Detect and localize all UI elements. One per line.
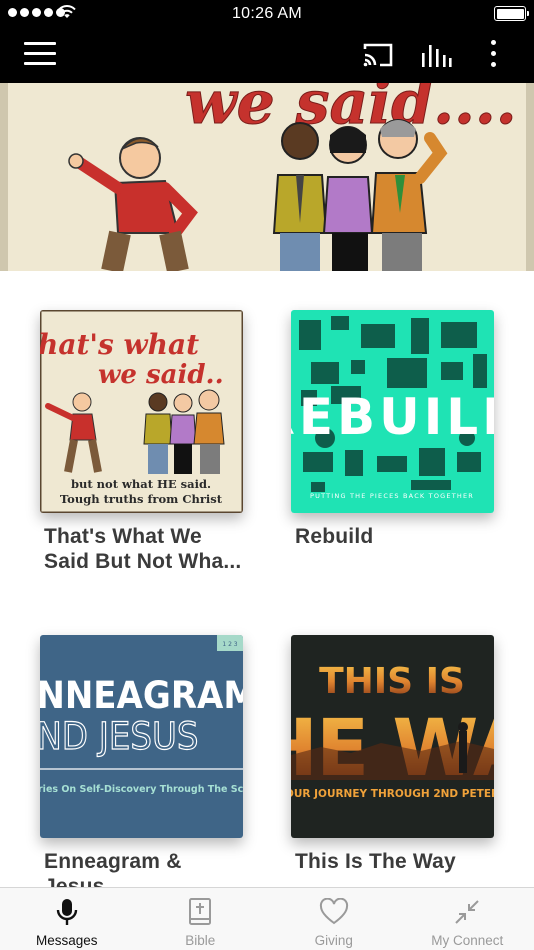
more-options-icon[interactable] bbox=[484, 40, 502, 70]
tab-my-connect[interactable]: My Connect bbox=[401, 888, 534, 950]
microphone-icon bbox=[56, 899, 77, 925]
art-line1: THIS IS bbox=[319, 661, 465, 702]
art-line2: ND JESUS bbox=[40, 716, 198, 759]
art-tagline: PUTTING THE PIECES BACK TOGETHER bbox=[310, 492, 474, 500]
equalizer-icon[interactable] bbox=[421, 41, 453, 69]
message-series-grid: hat's what we said.. but not what HE sai… bbox=[0, 271, 534, 887]
tab-label: Messages bbox=[35, 933, 98, 948]
art-subtitle-line2: Tough truths from Christ bbox=[60, 492, 223, 506]
tab-label: My Connect bbox=[431, 933, 504, 948]
hero-banner[interactable]: we said.... bbox=[0, 83, 534, 271]
series-title[interactable]: That's What We Said But Not Wha... bbox=[40, 524, 243, 574]
hamburger-menu-icon[interactable] bbox=[24, 42, 56, 68]
series-title[interactable]: Enneagram & Jesus bbox=[40, 849, 243, 887]
series-thumbnail[interactable]: 1 2 3 NNEAGRAM ND JESUS ries On Self-Dis… bbox=[40, 635, 243, 838]
tab-giving[interactable]: Giving bbox=[267, 888, 401, 950]
art-title-line1: hat's what bbox=[40, 328, 199, 361]
heart-icon bbox=[319, 898, 348, 925]
tab-bible[interactable]: Bible bbox=[134, 888, 268, 950]
series-card[interactable]: THIS IS HE WA OUR JOURNEY THROUGH 2ND PE… bbox=[291, 635, 494, 874]
tab-label: Giving bbox=[314, 933, 353, 948]
battery-icon bbox=[494, 6, 529, 21]
series-thumbnail[interactable]: REBUILD PUTTING THE PIECES BACK TOGETHER bbox=[291, 310, 494, 513]
status-bar: 10:26 AM bbox=[0, 0, 534, 28]
bible-icon bbox=[189, 898, 212, 925]
art-line3: OUR JOURNEY THROUGH 2ND PETER bbox=[291, 788, 494, 800]
tab-messages[interactable]: Messages bbox=[0, 888, 134, 950]
bottom-tab-bar: Messages Bible Giving My Connect bbox=[0, 887, 534, 950]
series-thumbnail[interactable]: THIS IS HE WA OUR JOURNEY THROUGH 2ND PE… bbox=[291, 635, 494, 838]
connect-arrows-icon bbox=[455, 900, 479, 924]
series-card[interactable]: REBUILD PUTTING THE PIECES BACK TOGETHER… bbox=[291, 310, 494, 549]
cast-icon[interactable] bbox=[362, 41, 394, 69]
art-corner: 1 2 3 bbox=[222, 641, 237, 648]
series-card[interactable]: 1 2 3 NNEAGRAM ND JESUS ries On Self-Dis… bbox=[40, 635, 243, 887]
series-title[interactable]: This Is The Way bbox=[291, 849, 494, 874]
status-time: 10:26 AM bbox=[231, 5, 302, 22]
art-word: REBUILD bbox=[291, 388, 494, 446]
art-line3: ries On Self-Discovery Through The Scrip bbox=[40, 784, 243, 795]
cartoon-group bbox=[272, 119, 448, 271]
series-card[interactable]: hat's what we said.. but not what HE sai… bbox=[40, 310, 243, 574]
series-thumbnail[interactable]: hat's what we said.. but not what HE sai… bbox=[40, 310, 243, 513]
art-subtitle-line1: but not what HE said. bbox=[71, 477, 211, 491]
app-header bbox=[0, 28, 534, 83]
tab-label: Bible bbox=[185, 933, 216, 948]
art-title-line2: we said.. bbox=[98, 360, 224, 390]
series-title[interactable]: Rebuild bbox=[291, 524, 494, 549]
art-line1: NNEAGRAM bbox=[40, 675, 243, 718]
